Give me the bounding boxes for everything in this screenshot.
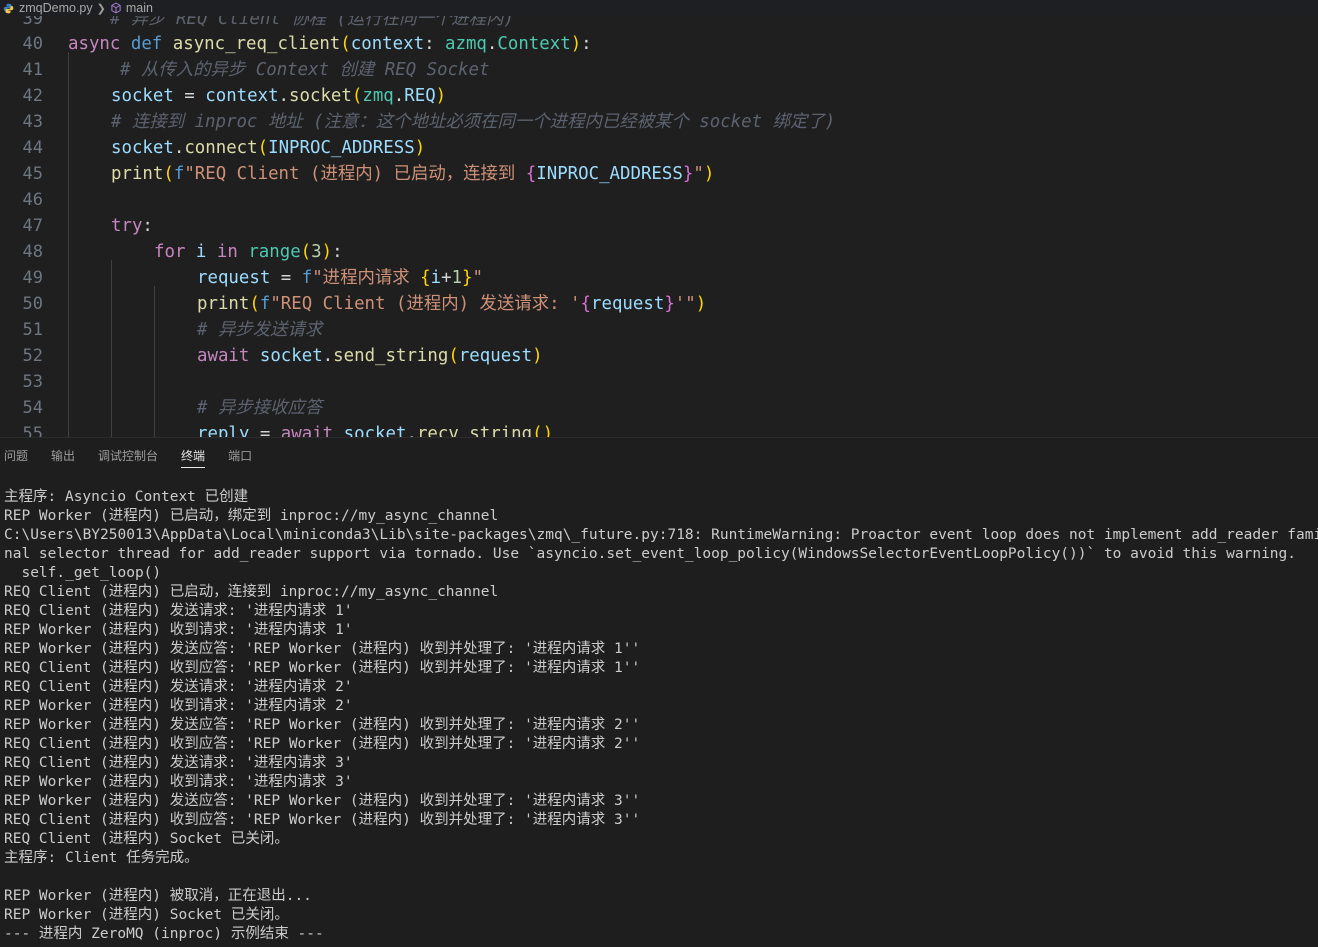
tab-debug-console[interactable]: 调试控制台: [94, 438, 169, 474]
code-line-51: # 异步发送请求: [197, 317, 322, 343]
indent-guide: [68, 52, 69, 437]
terminal-line: REP Worker (进程内) 收到请求: '进程内请求 3': [4, 774, 353, 790]
tab-problems[interactable]: 问题: [0, 438, 39, 474]
line-number: 49: [22, 268, 43, 288]
keyword: async: [68, 34, 121, 54]
code-line-47: try:: [111, 216, 153, 236]
terminal-line: nal selector thread for add_reader suppo…: [4, 546, 1297, 562]
line-number: 51: [22, 320, 43, 340]
line-number: 41: [22, 60, 43, 80]
terminal-line: REP Worker (进程内) 发送应答: 'REP Worker (进程内)…: [4, 717, 641, 733]
code-line-55: reply = await socket.recv_string(): [197, 424, 554, 437]
terminal-line: REQ Client (进程内) Socket 已关闭。: [4, 831, 289, 847]
terminal-line: REP Worker (进程内) 被取消，正在退出...: [4, 888, 312, 904]
line-number: 40: [22, 34, 43, 54]
terminal-output[interactable]: 主程序: Asyncio Context 已创建 REP Worker (进程内)…: [4, 488, 1318, 947]
code-line-52: await socket.send_string(request): [197, 346, 543, 366]
comment: # 异步发送请求: [197, 320, 323, 340]
comment: # 异步接收应答: [197, 398, 323, 418]
code-line-54: # 异步接收应答: [197, 395, 322, 421]
indent-guide: [111, 260, 112, 437]
keyword: def: [130, 34, 163, 54]
terminal-line: --- 进程内 ZeroMQ (inproc) 示例结束 ---: [4, 926, 324, 942]
terminal-line: REP Worker (进程内) 发送应答: 'REP Worker (进程内)…: [4, 641, 641, 657]
breadcrumb-symbol[interactable]: main: [126, 1, 153, 15]
terminal-line: REQ Client (进程内) 发送请求: '进程内请求 1': [4, 603, 353, 619]
code-line-44: socket.connect(INPROC_ADDRESS): [111, 138, 426, 158]
code-line-41: # 从传入的异步 Context 创建 REQ Socket: [120, 57, 489, 83]
method-cube-icon: [111, 2, 121, 14]
breadcrumb-file[interactable]: zmqDemo.py: [19, 1, 93, 15]
line-number: 54: [22, 398, 43, 418]
line-number: 50: [22, 294, 43, 314]
line-number-gutter: 39 40 41 42 43 44 45 46 47 48 49 50 51 52 53 54 55: [0, 0, 50, 437]
line-number: 52: [22, 346, 43, 366]
terminal-line: C:\Users\BY250013\AppData\Local\minicond…: [4, 527, 1318, 543]
class-name: Context: [497, 34, 571, 54]
line-number: 44: [22, 138, 43, 158]
terminal-line: REP Worker (进程内) 发送应答: 'REP Worker (进程内)…: [4, 793, 641, 809]
terminal-line: REP Worker (进程内) 收到请求: '进程内请求 2': [4, 698, 353, 714]
line-number: 53: [22, 372, 43, 392]
code-line-42: socket = context.socket(zmq.REQ): [111, 86, 447, 106]
code-line-45: print(f"REQ Client (进程内) 已启动，连接到 {INPROC…: [111, 164, 715, 184]
terminal-line: REQ Client (进程内) 发送请求: '进程内请求 3': [4, 755, 353, 771]
line-number: 47: [22, 216, 43, 236]
terminal-line: REQ Client (进程内) 收到应答: 'REP Worker (进程内)…: [4, 812, 641, 828]
terminal-line: REQ Client (进程内) 收到应答: 'REP Worker (进程内)…: [4, 660, 641, 676]
breadcrumb: zmqDemo.py ❯ main: [0, 0, 1318, 16]
line-number: 46: [22, 190, 43, 210]
terminal-line: 主程序: Asyncio Context 已创建: [4, 489, 249, 505]
code-line-40: async def async_req_client(context: azmq…: [68, 34, 592, 54]
terminal-line: REP Worker (进程内) Socket 已关闭。: [4, 907, 289, 923]
code-line-50: print(f"REQ Client (进程内) 发送请求: '{request…: [197, 294, 707, 314]
terminal-line: REQ Client (进程内) 发送请求: '进程内请求 2': [4, 679, 353, 695]
comment: # 连接到 inproc 地址 (注意：这个地址必须在同一个进程内已经被某个 s…: [111, 112, 836, 132]
bottom-panel: 问题 输出 调试控制台 终端 端口 主程序: Asyncio Context 已…: [0, 437, 1318, 947]
terminal-line: self._get_loop(): [4, 565, 162, 581]
code-line-43: # 连接到 inproc 地址 (注意：这个地址必须在同一个进程内已经被某个 s…: [111, 109, 835, 135]
tab-output[interactable]: 输出: [47, 438, 86, 474]
module: azmq: [445, 34, 487, 54]
panel-tabs: 问题 输出 调试控制台 终端 端口: [0, 438, 271, 474]
line-number: 48: [22, 242, 43, 262]
terminal-line: REP Worker (进程内) 收到请求: '进程内请求 1': [4, 622, 353, 638]
line-number: 55: [22, 424, 43, 437]
python-file-icon: [3, 3, 14, 13]
code-area[interactable]: # 异步 REQ Client 协程 (运行在同一个进程内) async def…: [68, 0, 1318, 437]
parameter: context: [350, 34, 425, 54]
function-name: async_req_client: [172, 34, 341, 54]
terminal-line: 主程序: Client 任务完成。: [4, 850, 199, 866]
tab-ports[interactable]: 端口: [224, 438, 263, 474]
line-number: 42: [22, 86, 43, 106]
comment: # 从传入的异步 Context 创建 REQ Socket: [120, 60, 490, 80]
code-line-49: request = f"进程内请求 {i+1}": [197, 268, 484, 288]
terminal-line: REQ Client (进程内) 已启动，连接到 inproc://my_asy…: [4, 584, 499, 600]
terminal-line: REQ Client (进程内) 收到应答: 'REP Worker (进程内)…: [4, 736, 641, 752]
tab-terminal[interactable]: 终端: [177, 438, 216, 474]
indent-guide: [154, 286, 155, 437]
code-line-48: for i in range(3):: [154, 242, 343, 262]
terminal-line: REP Worker (进程内) 已启动，绑定到 inproc://my_asy…: [4, 508, 499, 524]
code-editor[interactable]: 39 40 41 42 43 44 45 46 47 48 49 50 51 52 53 54 55 # 异步 …: [0, 0, 1318, 437]
chevron-right-icon: ❯: [96, 2, 106, 15]
line-number: 43: [22, 112, 43, 132]
line-number: 45: [22, 164, 43, 184]
